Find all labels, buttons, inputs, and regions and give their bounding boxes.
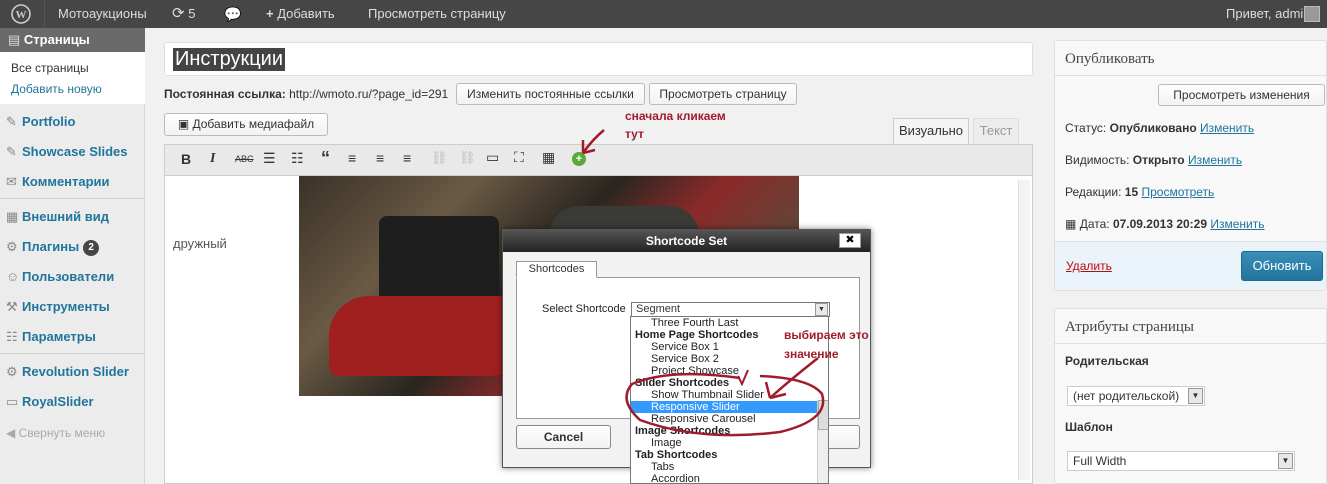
annotation-strokes <box>581 129 825 437</box>
